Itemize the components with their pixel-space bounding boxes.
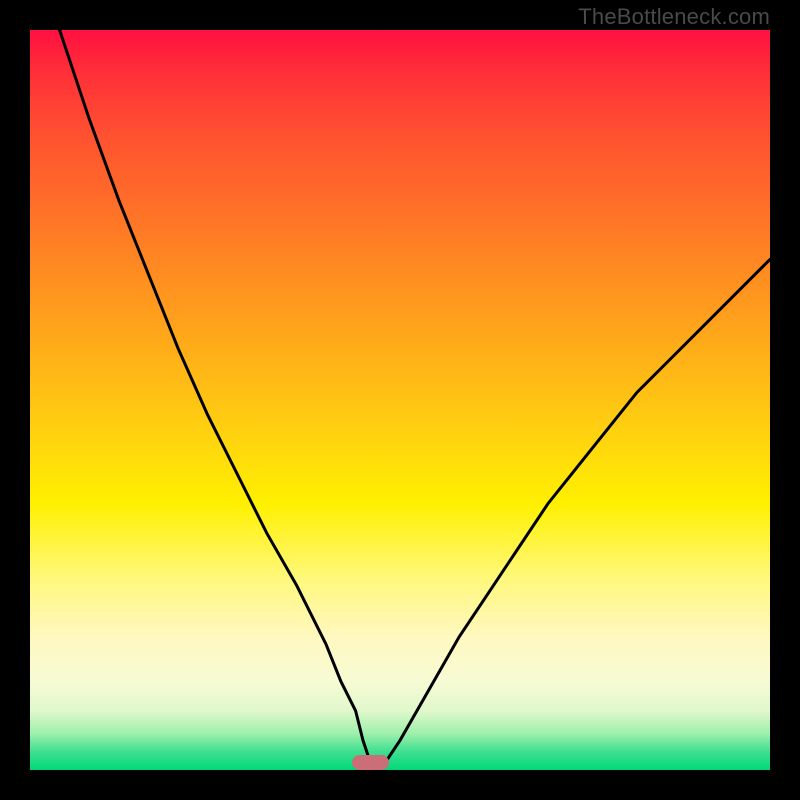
watermark-text: TheBottleneck.com — [578, 4, 770, 30]
minimum-marker — [352, 755, 389, 770]
bottleneck-curve — [60, 30, 770, 763]
chart-frame: TheBottleneck.com — [0, 0, 800, 800]
curve-svg — [30, 30, 770, 770]
plot-area — [30, 30, 770, 770]
